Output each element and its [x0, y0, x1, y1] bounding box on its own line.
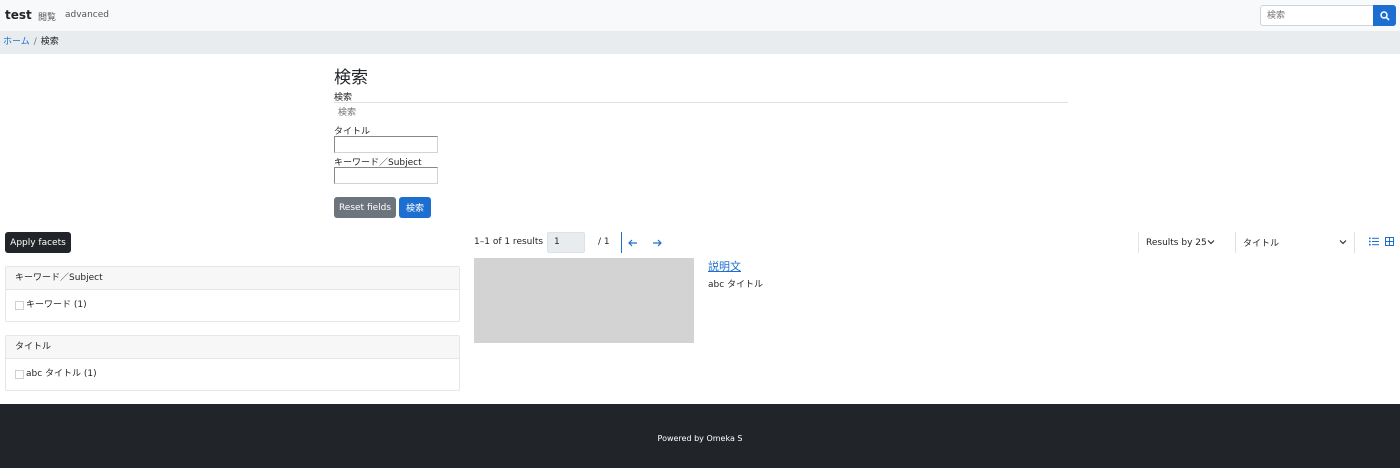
pager	[621, 232, 667, 253]
facet-keyword: キーワード／Subject キーワード (1)	[5, 266, 460, 322]
top-navbar: test 閲覧 advanced	[0, 0, 1400, 31]
sort-label: タイトル	[1243, 239, 1280, 249]
arrow-right-icon	[653, 239, 662, 246]
previous-page-button[interactable]	[622, 232, 644, 253]
chevron-down-icon	[1207, 240, 1215, 245]
facet-title: タイトル abc タイトル (1)	[5, 335, 460, 391]
navbar-search	[1260, 5, 1396, 26]
site-brand[interactable]: test	[5, 8, 32, 22]
arrow-left-icon	[628, 239, 637, 246]
breadcrumb-home[interactable]: ホーム	[3, 37, 30, 47]
facet-option[interactable]: abc タイトル (1)	[6, 359, 459, 390]
nav-link-browse[interactable]: 閲覧	[38, 10, 56, 23]
apply-facets-button[interactable]: Apply facets	[5, 232, 71, 253]
reset-fields-button[interactable]: Reset fields	[334, 197, 396, 218]
search-icon	[1379, 10, 1390, 21]
facet-option-label: abc タイトル (1)	[26, 369, 97, 379]
search-submit-button[interactable]: 検索	[399, 197, 431, 218]
per-page-label: Results by 25	[1146, 237, 1207, 248]
fulltext-divider	[334, 102, 1068, 103]
fulltext-search-input[interactable]	[334, 106, 534, 120]
list-view-icon[interactable]	[1369, 237, 1379, 246]
navbar-search-input[interactable]	[1260, 5, 1374, 26]
facet-option-label: キーワード (1)	[26, 300, 87, 310]
facet-heading: キーワード／Subject	[6, 267, 459, 290]
result-thumbnail[interactable]	[474, 258, 694, 343]
facet-option[interactable]: キーワード (1)	[6, 290, 459, 321]
footer-text: Powered by Omeka S	[657, 434, 743, 443]
facet-checkbox[interactable]	[15, 370, 24, 379]
results-count: 1–1 of 1 results	[474, 237, 544, 247]
result-description: abc タイトル	[708, 280, 764, 290]
site-footer: Powered by Omeka S	[0, 404, 1400, 468]
sort-select[interactable]: タイトル	[1235, 232, 1355, 253]
nav-link-advanced[interactable]: advanced	[65, 10, 109, 20]
breadcrumb: ホーム / 検索	[0, 31, 1400, 54]
title-field[interactable]	[334, 136, 438, 153]
page-number-input[interactable]: 1	[547, 232, 585, 253]
result-title-link[interactable]: 説明文	[708, 258, 741, 274]
page-title: 検索	[334, 68, 368, 88]
page-total: / 1	[598, 237, 610, 247]
next-page-button[interactable]	[646, 232, 668, 253]
breadcrumb-current: 検索	[40, 37, 59, 47]
facet-checkbox[interactable]	[15, 301, 24, 310]
grid-view-icon[interactable]	[1385, 237, 1394, 246]
keyword-field[interactable]	[334, 167, 438, 184]
navbar-search-button[interactable]	[1373, 5, 1396, 26]
chevron-down-icon	[1339, 240, 1347, 245]
facet-heading: タイトル	[6, 336, 459, 359]
breadcrumb-separator: /	[33, 37, 37, 47]
results-per-page-select[interactable]: Results by 25	[1138, 232, 1222, 253]
